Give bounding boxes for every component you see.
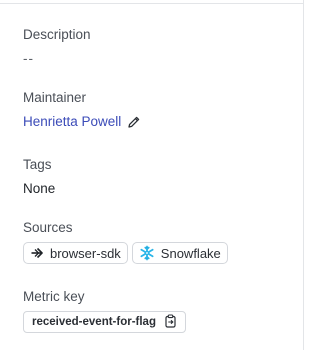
tags-label: Tags: [23, 157, 52, 172]
maintainer-label: Maintainer: [23, 90, 87, 105]
source-chip-label: Snowflake: [160, 245, 221, 261]
maintainer-section: Maintainer Henrietta Powell: [23, 90, 141, 130]
description-label: Description: [23, 27, 91, 42]
maintainer-link[interactable]: Henrietta Powell: [23, 114, 121, 130]
pencil-icon[interactable]: [127, 115, 141, 129]
source-chip-snowflake[interactable]: Snowflake: [131, 242, 228, 264]
tags-section: Tags None: [23, 157, 55, 197]
metric-key-chip[interactable]: received-event-for-flag: [23, 311, 186, 333]
description-section: Description --: [23, 27, 91, 67]
description-value: --: [23, 51, 34, 66]
sources-section: Sources browser-sdk Snowflake: [23, 220, 228, 264]
arrow-right-icon: [30, 246, 44, 260]
metric-key-label: Metric key: [23, 289, 85, 304]
details-panel: Description -- Maintainer Henrietta Powe…: [0, 0, 304, 350]
panel-top-border: [0, 0, 304, 4]
metric-key-value: received-event-for-flag: [32, 316, 156, 328]
source-chip-label: browser-sdk: [50, 245, 121, 261]
clipboard-copy-icon[interactable]: [164, 313, 177, 331]
tags-value: None: [23, 181, 56, 196]
metric-key-section: Metric key received-event-for-flag: [23, 289, 186, 333]
sources-label: Sources: [23, 220, 73, 235]
source-chip-browser-sdk[interactable]: browser-sdk: [23, 242, 128, 264]
snowflake-icon: [139, 245, 155, 261]
